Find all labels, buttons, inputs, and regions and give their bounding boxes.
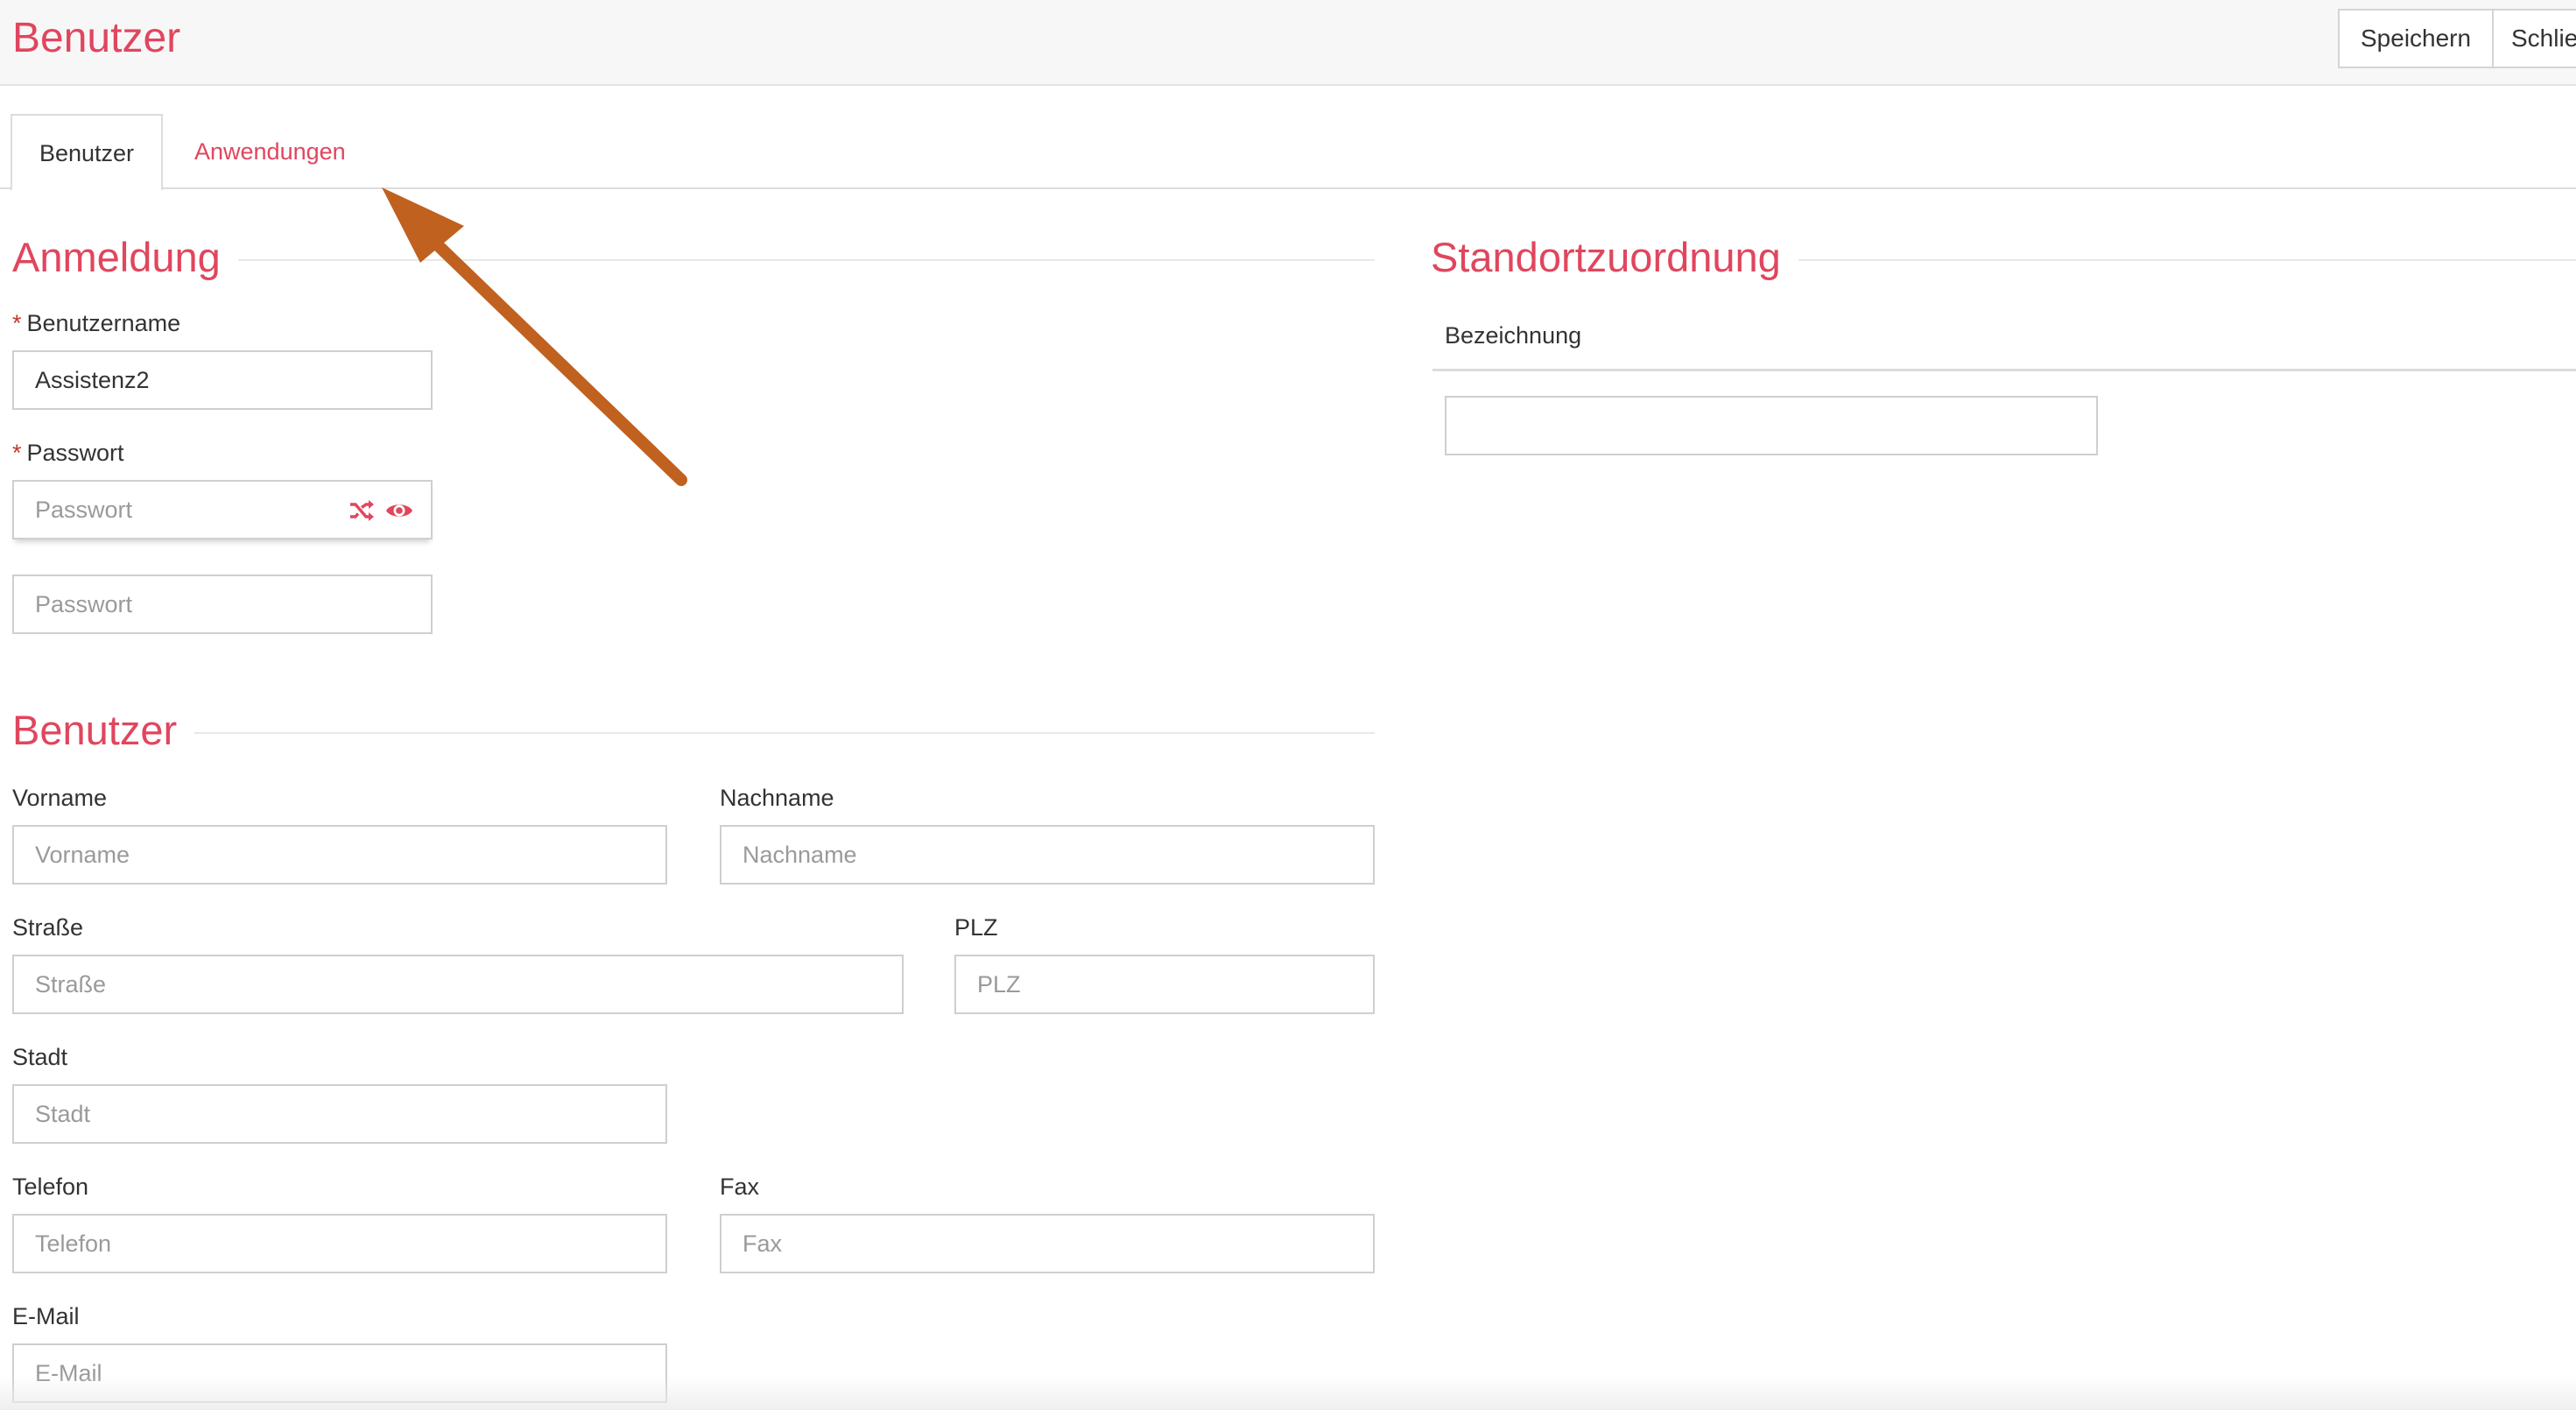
fax-field[interactable]: Fax [720, 1214, 1375, 1273]
email-label: E-Mail [12, 1303, 80, 1329]
zip-placeholder: PLZ [977, 971, 1021, 998]
page-title: Benutzer [12, 15, 181, 61]
username-label-text: Benutzername [26, 310, 181, 336]
lastname-placeholder: Nachname [743, 842, 857, 868]
password-label: * Passwort [12, 438, 124, 468]
zip-field[interactable]: PLZ [954, 955, 1375, 1014]
city-placeholder: Stadt [35, 1101, 91, 1127]
top-bar: Benutzer Speichern Schlie [0, 0, 2576, 86]
eye-icon[interactable] [385, 499, 413, 522]
phone-placeholder: Telefon [35, 1230, 112, 1257]
section-divider [12, 732, 1375, 734]
city-label: Stadt [12, 1044, 68, 1070]
close-button[interactable]: Schlie [2492, 9, 2576, 68]
fax-placeholder: Fax [743, 1230, 783, 1257]
phone-label: Telefon [12, 1174, 89, 1200]
password-confirm-field[interactable]: Passwort [12, 575, 433, 634]
tab-anwendungen[interactable]: Anwendungen [194, 114, 346, 191]
password-icons [348, 499, 413, 522]
required-marker: * [12, 440, 22, 466]
fax-label: Fax [720, 1174, 760, 1200]
firstname-placeholder: Vorname [35, 842, 130, 868]
lastname-field[interactable]: Nachname [720, 825, 1375, 885]
column-header-bezeichnung[interactable]: Bezeichnung [1445, 322, 1581, 349]
section-title-benutzer: Benutzer [12, 704, 195, 757]
zip-label: PLZ [954, 914, 998, 941]
username-value: Assistenz2 [35, 367, 150, 393]
phone-field[interactable]: Telefon [12, 1214, 667, 1273]
tab-bar: Benutzer Anwendungen [0, 114, 2576, 191]
password-confirm-placeholder: Passwort [35, 591, 133, 617]
username-label: * Benutzername [12, 308, 180, 338]
firstname-field[interactable]: Vorname [12, 825, 667, 885]
password-placeholder: Passwort [35, 497, 133, 523]
bottom-shade [0, 1375, 2576, 1410]
tab-benutzer[interactable]: Benutzer [11, 114, 163, 191]
street-field[interactable]: Straße [12, 955, 904, 1014]
shuffle-icon[interactable] [348, 499, 375, 522]
street-placeholder: Straße [35, 971, 107, 998]
password-label-text: Passwort [26, 440, 124, 466]
annotation-arrow [382, 187, 687, 486]
password-field[interactable]: Passwort [12, 480, 433, 539]
street-label: Straße [12, 914, 84, 941]
lastname-label: Nachname [720, 785, 834, 811]
page: Benutzer Speichern Schlie Benutzer Anwen… [0, 0, 2576, 1410]
section-title-standortzuordnung: Standortzuordnung [1431, 231, 1798, 284]
section-title-anmeldung: Anmeldung [12, 231, 238, 284]
location-filter-input[interactable] [1445, 396, 2098, 455]
city-field[interactable]: Stadt [12, 1084, 667, 1144]
required-marker: * [12, 310, 22, 336]
save-button[interactable]: Speichern [2338, 9, 2494, 68]
location-table-header: Bezeichnung [1432, 310, 2576, 371]
username-field[interactable]: Assistenz2 [12, 350, 433, 410]
firstname-label: Vorname [12, 785, 108, 811]
